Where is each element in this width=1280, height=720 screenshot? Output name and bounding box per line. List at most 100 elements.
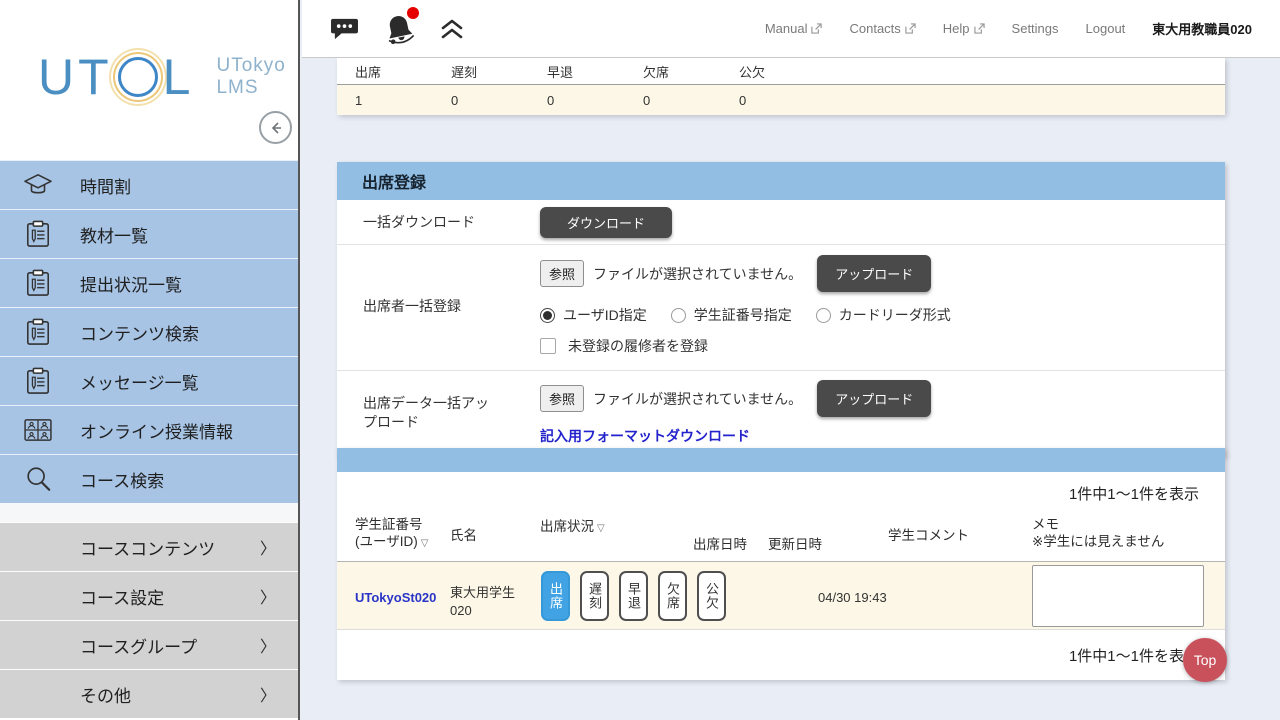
- messages-button[interactable]: [330, 16, 359, 42]
- status-button-present[interactable]: 出席: [541, 571, 570, 621]
- arrow-left-icon: [268, 120, 284, 136]
- logo-subtitle: UTokyo LMS: [216, 55, 285, 99]
- sidebar-item-online-class-info[interactable]: オンライン授業情報: [0, 405, 298, 454]
- showing-count-bottom: 1件中1〜1件を表示: [337, 630, 1225, 680]
- chevron-right-icon: 〉: [260, 584, 276, 608]
- updated-datetime-value: 04/30 19:43: [818, 590, 887, 605]
- sidebar-item-course-group[interactable]: コースグループ 〉: [0, 620, 298, 669]
- sidebar: UT L UTokyo LMS 時間割 教材一覧 提: [0, 0, 300, 720]
- sidebar-item-course-settings[interactable]: コース設定 〉: [0, 571, 298, 620]
- student-row: UTokyoSt020 東大用学生020 出席 遅刻 早退 欠席 公欠 04/3…: [337, 562, 1225, 630]
- showing-count-top: 1件中1〜1件を表示: [337, 472, 1225, 505]
- chevron-right-icon: 〉: [260, 535, 276, 559]
- utol-logo: UT L UTokyo LMS: [38, 48, 286, 106]
- clipboard-icon: [22, 220, 54, 248]
- manual-link[interactable]: Manual: [765, 21, 823, 36]
- register-unenrolled-checkbox[interactable]: [540, 338, 556, 354]
- status-button-absent[interactable]: 欠席: [658, 571, 687, 621]
- chevron-right-icon: 〉: [260, 682, 276, 706]
- logout-link[interactable]: Logout: [1086, 21, 1126, 36]
- summary-value-absent: 0: [643, 93, 739, 108]
- attendance-register-section: 出席登録 一括ダウンロード ダウンロード 出席者一括登録 参照 ファイルが選択さ…: [337, 162, 1225, 457]
- bulk-upload-row: 出席データ一括アップロード 参照 ファイルが選択されていません。 アップロード …: [337, 370, 1225, 457]
- sort-icon[interactable]: ▽: [597, 523, 605, 534]
- notification-badge: [407, 7, 419, 19]
- student-id-link[interactable]: UTokyoSt020: [355, 590, 436, 605]
- memo-cell: [1032, 565, 1204, 630]
- table-header-bar: [337, 448, 1225, 472]
- double-chevron-up-icon: [440, 18, 464, 40]
- logo-letters: UT L: [38, 48, 194, 106]
- help-link[interactable]: Help: [943, 21, 985, 36]
- header-updated-datetime: 更新日時: [768, 537, 822, 554]
- attendance-summary-table: 出席 遅刻 早退 欠席 公欠 1 0 0 0 0: [337, 58, 1225, 115]
- settings-link[interactable]: Settings: [1012, 21, 1059, 36]
- sidebar-item-content-search[interactable]: コンテンツ検索: [0, 307, 298, 356]
- header-attendance-datetime: 出席日時: [693, 537, 747, 554]
- people-grid-icon: [22, 418, 54, 442]
- external-link-icon: [905, 23, 916, 34]
- logo-text-prefix: UT: [38, 48, 113, 106]
- topbar: Manual Contacts Help Settings Logout 東大用…: [302, 0, 1280, 58]
- sidebar-divider: [0, 503, 298, 522]
- sidebar-item-others[interactable]: その他 〉: [0, 669, 298, 718]
- sidebar-item-timetable[interactable]: 時間割: [0, 160, 298, 209]
- student-name: 東大用学生020: [450, 584, 532, 619]
- summary-header-early-leave: 早退: [547, 62, 643, 81]
- header-student-id[interactable]: 学生証番号 (ユーザID)▽: [355, 517, 428, 551]
- sort-icon[interactable]: ▽: [421, 538, 429, 549]
- memo-textarea[interactable]: [1032, 565, 1204, 627]
- download-button[interactable]: ダウンロード: [540, 207, 672, 238]
- clipboard-icon: [22, 318, 54, 346]
- bulk-register-row: 出席者一括登録 参照 ファイルが選択されていません。 アップロード ユーザID指…: [337, 244, 1225, 370]
- logo-area: UT L UTokyo LMS: [0, 0, 298, 160]
- external-link-icon: [811, 23, 822, 34]
- summary-value-early-leave: 0: [547, 93, 643, 108]
- radio-user-id[interactable]: [540, 308, 555, 323]
- collapse-header-button[interactable]: [440, 18, 464, 40]
- scroll-to-top-button[interactable]: Top: [1183, 638, 1227, 682]
- header-status[interactable]: 出席状況▽: [540, 519, 605, 536]
- summary-header-absent: 欠席: [643, 62, 739, 81]
- file-status-text: ファイルが選択されていません。: [593, 264, 802, 284]
- collapse-sidebar-button[interactable]: [259, 111, 292, 144]
- file-status-text: ファイルが選択されていません。: [593, 389, 802, 409]
- section-title: 出席登録: [337, 162, 1225, 200]
- summary-header-excused: 公欠: [739, 62, 835, 81]
- students-table-header-row: 学生証番号 (ユーザID)▽ 氏名 出席状況▽ 出席日時 更新日時 学生コメント…: [337, 505, 1225, 562]
- radio-student-number[interactable]: [671, 308, 686, 323]
- upload-button[interactable]: アップロード: [817, 380, 931, 417]
- status-button-excused[interactable]: 公欠: [697, 571, 726, 621]
- bulk-download-row: 一括ダウンロード ダウンロード: [337, 200, 1225, 244]
- status-button-early-leave[interactable]: 早退: [619, 571, 648, 621]
- current-user-label[interactable]: 東大用教職員020: [1152, 19, 1252, 38]
- sidebar-item-messages[interactable]: メッセージ一覧: [0, 356, 298, 405]
- radio-card-reader[interactable]: [816, 308, 831, 323]
- logo-o-ring-icon: [118, 57, 158, 97]
- summary-value-excused: 0: [739, 93, 835, 108]
- clipboard-icon: [22, 367, 54, 395]
- clipboard-icon: [22, 269, 54, 297]
- students-table-section: 1件中1〜1件を表示 学生証番号 (ユーザID)▽ 氏名 出席状況▽ 出席日時 …: [337, 448, 1225, 680]
- sidebar-item-course-search[interactable]: コース検索: [0, 454, 298, 503]
- graduation-cap-icon: [22, 172, 54, 198]
- sidebar-item-materials[interactable]: 教材一覧: [0, 209, 298, 258]
- browse-file-button[interactable]: 参照: [540, 260, 584, 287]
- search-icon: [22, 465, 54, 493]
- summary-header-present: 出席: [355, 62, 451, 81]
- header-student-comment: 学生コメント: [888, 528, 969, 545]
- summary-header-row: 出席 遅刻 早退 欠席 公欠: [337, 58, 1225, 85]
- sidebar-item-submission-status[interactable]: 提出状況一覧: [0, 258, 298, 307]
- format-download-link[interactable]: 記入用フォーマットダウンロード: [540, 426, 750, 446]
- external-link-icon: [974, 23, 985, 34]
- browse-file-button[interactable]: 参照: [540, 385, 584, 412]
- logo-text-suffix: L: [163, 48, 195, 106]
- speech-bubble-icon: [330, 16, 359, 42]
- sidebar-item-course-contents[interactable]: コースコンテンツ 〉: [0, 522, 298, 571]
- upload-button[interactable]: アップロード: [817, 255, 931, 292]
- status-button-late[interactable]: 遅刻: [580, 571, 609, 621]
- contacts-link[interactable]: Contacts: [849, 21, 915, 36]
- header-memo: メモ ※学生には見えません: [1032, 517, 1164, 551]
- notifications-button[interactable]: [383, 12, 416, 46]
- summary-value-late: 0: [451, 93, 547, 108]
